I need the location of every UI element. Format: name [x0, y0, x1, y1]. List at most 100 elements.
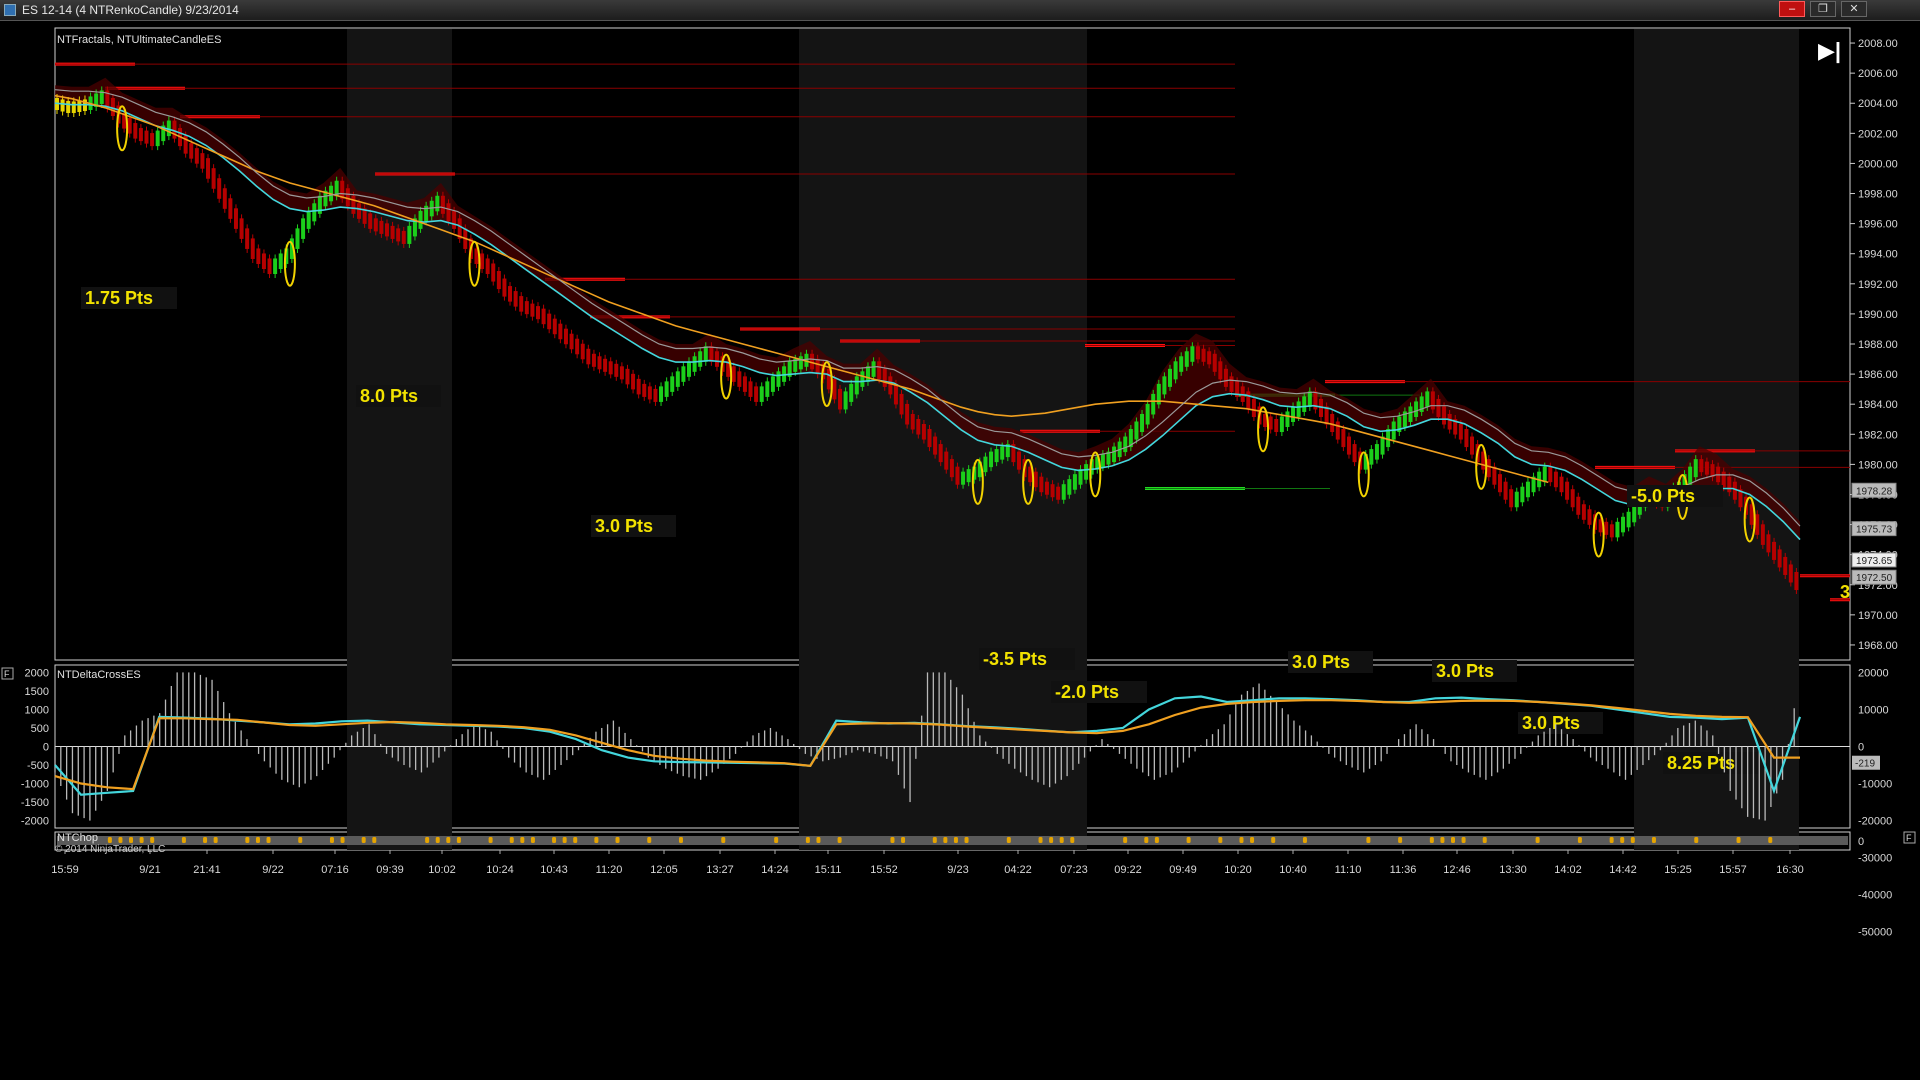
renko-brick: [211, 168, 216, 189]
renko-brick: [1279, 416, 1284, 433]
renko-brick: [1145, 403, 1150, 425]
renko-brick: [966, 469, 971, 483]
price-badge-label: 1978.28: [1856, 486, 1893, 497]
chop-dot: [1144, 837, 1149, 843]
chop-dot: [255, 837, 260, 843]
renko-brick: [1626, 511, 1631, 528]
renko-brick: [1458, 424, 1463, 440]
x-tick-label: 15:25: [1664, 864, 1692, 876]
app-icon: [4, 4, 16, 16]
renko-brick: [496, 271, 501, 290]
chop-dot: [943, 837, 948, 843]
delta-left-tick: -2000: [21, 816, 49, 828]
renko-brick: [1581, 504, 1586, 520]
chop-dot: [816, 837, 821, 843]
renko-brick: [569, 333, 574, 350]
renko-brick: [1302, 396, 1307, 412]
delta-left-tick: 0: [43, 742, 49, 754]
minimize-button[interactable]: –: [1779, 1, 1805, 17]
renko-brick: [1162, 376, 1167, 395]
renko-brick: [1056, 486, 1061, 500]
renko-brick: [1621, 516, 1626, 533]
renko-brick: [1140, 413, 1145, 433]
x-tick-label: 10:20: [1224, 864, 1252, 876]
renko-brick: [636, 378, 641, 395]
chop-dot: [890, 837, 895, 843]
renko-brick: [267, 258, 272, 275]
trade-annotation-partial: 3: [1840, 582, 1850, 602]
renko-brick: [843, 391, 848, 410]
x-tick-label: 10:24: [486, 864, 514, 876]
renko-brick: [379, 220, 384, 234]
x-tick-label: 04:22: [1004, 864, 1032, 876]
chop-dot: [774, 837, 779, 843]
renko-brick: [675, 371, 680, 387]
renko-brick: [1190, 346, 1195, 362]
renko-brick: [1688, 466, 1693, 485]
chop-dot: [1620, 837, 1625, 843]
renko-brick: [1268, 416, 1273, 430]
renko-brick: [1755, 514, 1760, 535]
renko-brick: [384, 223, 389, 237]
renko-brick: [631, 373, 636, 390]
x-tick-label: 12:05: [650, 864, 678, 876]
x-tick-label: 07:16: [321, 864, 349, 876]
chop-dot: [552, 837, 557, 843]
y-tick-label: 2006.00: [1858, 68, 1898, 80]
renko-brick: [770, 376, 775, 392]
chop-dot: [509, 837, 514, 843]
renko-brick: [1285, 411, 1290, 428]
renko-brick: [742, 376, 747, 392]
renko-brick: [748, 381, 753, 397]
renko-brick: [625, 368, 630, 385]
renko-brick: [1016, 451, 1021, 470]
chop-dot: [139, 837, 144, 843]
y-tick-label: 2002.00: [1858, 128, 1898, 140]
renko-brick: [888, 376, 893, 395]
x-tick-label: 07:23: [1060, 864, 1088, 876]
renko-brick: [228, 198, 233, 219]
renko-brick: [563, 328, 568, 345]
renko-brick: [133, 123, 138, 139]
renko-brick: [256, 248, 261, 264]
x-tick-label: 15:59: [51, 864, 79, 876]
chop-dot: [1271, 837, 1276, 843]
session-shade-band: [1634, 29, 1799, 850]
restore-button[interactable]: ❐: [1810, 1, 1836, 17]
chop-dot: [1577, 837, 1582, 843]
chop-dot: [1186, 837, 1191, 843]
renko-brick: [513, 291, 518, 307]
chop-dot: [1239, 837, 1244, 843]
renko-brick: [418, 210, 423, 229]
chop-dot: [425, 837, 430, 843]
renko-brick: [1760, 524, 1765, 545]
y-tick-label: 1984.00: [1858, 399, 1898, 411]
chop-dot: [594, 837, 599, 843]
play-to-end-icon: ▶|: [1818, 38, 1841, 63]
renko-brick: [871, 361, 876, 377]
renko-brick: [670, 376, 675, 392]
renko-brick: [955, 466, 960, 485]
renko-brick: [1559, 476, 1564, 493]
close-button[interactable]: ✕: [1841, 1, 1867, 17]
renko-brick: [1525, 481, 1530, 498]
delta-right-tick: -50000: [1858, 927, 1892, 939]
renko-brick: [1229, 376, 1234, 392]
renko-brick: [541, 308, 546, 325]
copyright-text: © 2014 NinjaTrader, LLC: [55, 844, 165, 855]
renko-brick: [1324, 406, 1329, 425]
delta-badge-label: -219: [1855, 759, 1875, 770]
chart-canvas[interactable]: 2008.00 2006.00 2004.00 2002.00 2000.00 1998.…: [0, 20, 1920, 1080]
renko-brick: [709, 346, 714, 362]
renko-brick: [854, 376, 859, 395]
renko-brick: [1173, 361, 1178, 380]
chop-dot: [1451, 837, 1455, 843]
renko-brick: [491, 263, 496, 282]
renko-brick: [273, 258, 278, 275]
renko-brick: [239, 218, 244, 239]
x-tick-label: 10:43: [540, 864, 568, 876]
chop-dot: [203, 837, 208, 843]
renko-brick: [1246, 391, 1251, 410]
renko-brick: [608, 361, 613, 375]
y-tick-label: 1986.00: [1858, 369, 1898, 381]
